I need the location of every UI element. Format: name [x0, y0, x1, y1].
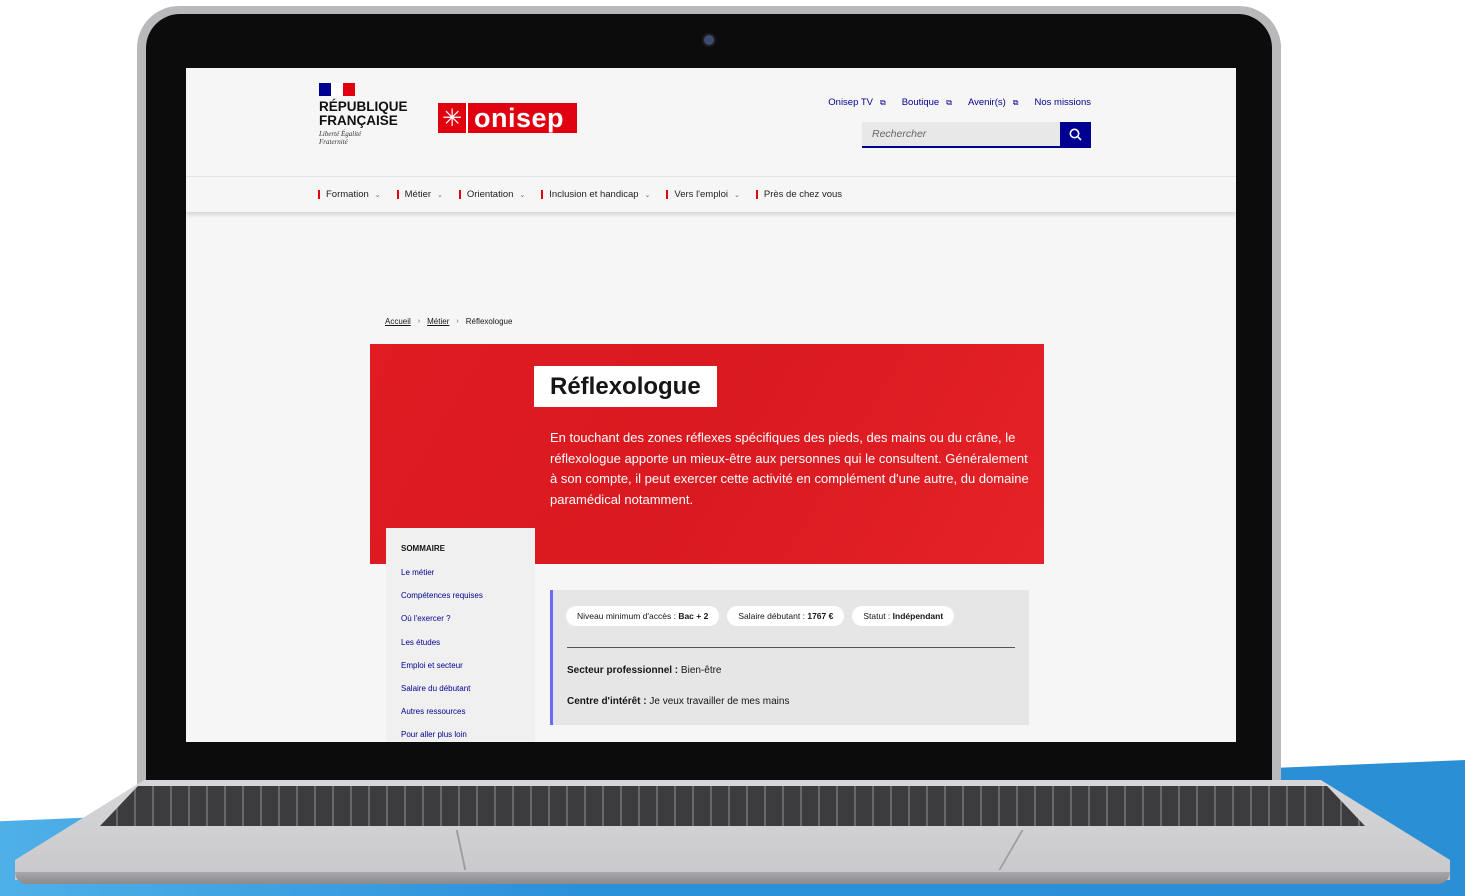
interet-value: Je veux travailler de mes mains — [649, 696, 790, 707]
nav-marker — [458, 190, 461, 199]
header-top-links: Onisep TV ⧉ Boutique ⧉ Avenir(s) ⧉ Nos m… — [828, 97, 1091, 108]
sommaire-item-competences[interactable]: Compétences requises — [401, 591, 535, 614]
link-label: Avenir(s) — [967, 97, 1006, 108]
nav-marker — [755, 190, 758, 199]
breadcrumb-metier[interactable]: Métier — [427, 317, 449, 326]
breadcrumb-accueil[interactable]: Accueil — [385, 317, 411, 326]
webcam-icon — [704, 35, 714, 45]
browser-screen: RÉPUBLIQUE FRANÇAISE Liberté Égalité Fra… — [186, 68, 1236, 742]
nav-marker — [318, 190, 320, 199]
link-onisep-tv[interactable]: Onisep TV ⧉ — [828, 97, 885, 108]
nav-label: Métier — [404, 189, 432, 200]
chevron-down-icon: ⌄ — [733, 191, 740, 199]
sommaire-item-le-metier[interactable]: Le métier — [401, 568, 535, 591]
tag-salaire: Salaire débutant : 1767 € — [727, 606, 845, 626]
nav-marker — [541, 190, 544, 199]
page-title: Réflexologue — [550, 373, 701, 400]
link-boutique[interactable]: Boutique ⧉ — [902, 97, 952, 108]
external-link-icon: ⧉ — [879, 97, 886, 107]
sommaire-item-ou-exercer[interactable]: Où l'exercer ? — [401, 614, 535, 637]
page-title-box: Réflexologue — [534, 366, 717, 407]
chevron-down-icon: ⌄ — [374, 191, 381, 199]
search-button[interactable] — [1060, 122, 1091, 146]
link-label: Onisep TV — [828, 97, 873, 108]
main-navigation: Formation ⌄ Métier ⌄ Orientation ⌄ Inclu… — [186, 176, 1236, 212]
job-info-box: Niveau minimum d'accès : Bac + 2 Salaire… — [550, 590, 1029, 725]
external-link-icon: ⧉ — [946, 97, 952, 107]
secteur-label: Secteur professionnel : — [567, 665, 679, 676]
laptop-base-edge — [15, 872, 1450, 884]
chevron-right-icon: › — [456, 318, 459, 325]
nav-label: Inclusion et handicap — [549, 189, 639, 200]
info-tags: Niveau minimum d'accès : Bac + 2 Salaire… — [566, 606, 955, 626]
secteur-value: Bien-être — [680, 665, 722, 676]
chevron-down-icon: ⌄ — [437, 191, 443, 199]
tag-label: Statut : — [863, 611, 891, 621]
sommaire-item-etudes[interactable]: Les études — [401, 638, 535, 661]
chevron-down-icon: ⌄ — [519, 191, 526, 199]
nav-label: Orientation — [466, 189, 514, 200]
link-avenirs[interactable]: Avenir(s) ⧉ — [968, 97, 1019, 108]
centre-interet: Centre d'intérêt : Je veux travailler de… — [567, 696, 789, 707]
sommaire-item-aller-plus-loin[interactable]: Pour aller plus loin — [401, 730, 535, 742]
nav-item-inclusion-handicap[interactable]: Inclusion et handicap ⌄ — [541, 189, 650, 200]
divider — [567, 647, 1015, 648]
tag-niveau-acces: Niveau minimum d'accès : Bac + 2 — [566, 606, 720, 626]
nav-marker — [396, 190, 399, 199]
hero-description: En touchant des zones réflexes spécifiqu… — [550, 430, 1029, 507]
tag-value: Indépendant — [892, 611, 944, 621]
tag-label: Salaire débutant : — [738, 611, 805, 621]
onisep-logo-text: onisep — [474, 103, 565, 133]
sommaire-item-autres-ressources[interactable]: Autres ressources — [401, 707, 535, 730]
link-nos-missions[interactable]: Nos missions — [1035, 97, 1092, 108]
onisep-logo[interactable]: ✳ onisep — [438, 103, 577, 133]
tag-value: 1767 € — [807, 611, 834, 621]
chevron-right-icon: › — [417, 318, 421, 325]
site-header: RÉPUBLIQUE FRANÇAISE Liberté Égalité Fra… — [186, 68, 1236, 176]
nav-item-vers-emploi[interactable]: Vers l'emploi ⌄ — [666, 189, 740, 200]
tag-statut: Statut : Indépendant — [852, 606, 955, 626]
nav-marker — [666, 190, 669, 199]
search-icon — [1069, 128, 1082, 141]
breadcrumb-current: Réflexologue — [465, 317, 513, 326]
onisep-star-icon: ✳ — [438, 103, 468, 133]
laptop-keyboard — [100, 786, 1365, 826]
sommaire-title: SOMMAIRE — [401, 544, 445, 553]
nav-item-metier[interactable]: Métier ⌄ — [396, 189, 443, 200]
breadcrumb: Accueil › Métier › Réflexologue — [385, 317, 512, 326]
tag-value: Bac + 2 — [678, 611, 709, 621]
nav-label: Vers l'emploi — [674, 189, 728, 200]
tag-label: Niveau minimum d'accès : — [577, 611, 676, 621]
search-input[interactable] — [862, 122, 1060, 146]
chevron-down-icon: ⌄ — [644, 191, 651, 199]
external-link-icon: ⧉ — [1012, 97, 1019, 107]
republic-motto: Liberté Égalité Fraternité — [319, 130, 362, 146]
nav-item-formation[interactable]: Formation ⌄ — [318, 189, 381, 200]
nav-label: Près de chez vous — [763, 189, 843, 200]
link-label: Nos missions — [1034, 97, 1092, 108]
nav-label: Formation — [326, 189, 369, 200]
sommaire-sidebar: SOMMAIRE Le métier Compétences requises … — [386, 528, 535, 742]
nav-item-pres-de-chez-vous[interactable]: Près de chez vous — [755, 189, 843, 200]
nav-item-orientation[interactable]: Orientation ⌄ — [458, 189, 526, 200]
sommaire-item-salaire[interactable]: Salaire du débutant — [401, 684, 535, 707]
sommaire-item-emploi-secteur[interactable]: Emploi et secteur — [401, 661, 535, 684]
interet-label: Centre d'intérêt : — [567, 696, 647, 707]
search-bar — [862, 122, 1091, 148]
link-label: Boutique — [901, 97, 940, 108]
secteur-professionnel: Secteur professionnel : Bien-être — [567, 665, 722, 676]
french-flag-icon — [319, 83, 355, 96]
republique-francaise-label: RÉPUBLIQUE FRANÇAISE — [319, 99, 408, 128]
